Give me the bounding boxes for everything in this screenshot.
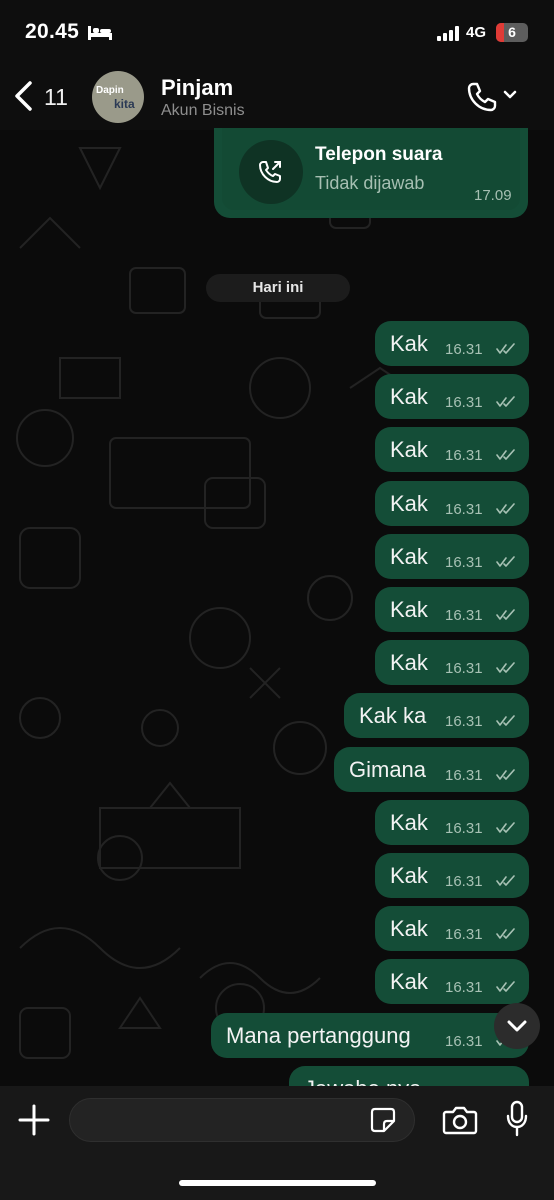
contact-subtitle: Akun Bisnis — [161, 102, 245, 119]
message-time: 16.31 — [445, 607, 483, 624]
camera-icon[interactable] — [442, 1105, 478, 1135]
call-title: Telepon suara — [315, 144, 443, 165]
message-bubble[interactable]: Kak 16.31 — [375, 374, 529, 420]
message-time: 16.31 — [445, 660, 483, 678]
message-text: Kak ka — [359, 703, 427, 729]
mic-icon[interactable] — [505, 1100, 529, 1138]
message-bubble[interactable]: Kak 16.31 — [375, 959, 529, 1005]
message-text: Kak — [390, 490, 428, 516]
avatar-logo-line2: kita — [114, 97, 135, 111]
read-check-icon — [496, 768, 515, 780]
message-bubble[interactable]: Kak 16.31 — [375, 906, 529, 952]
avatar[interactable]: Dapin kita — [92, 71, 144, 123]
read-check-icon — [496, 981, 515, 993]
message-text: Kak — [390, 650, 428, 676]
avatar-logo-line1: Dapin — [96, 85, 124, 96]
plus-icon[interactable] — [18, 1104, 50, 1136]
message-bubble[interactable]: Kak 16.31 — [375, 853, 529, 898]
read-check-icon — [496, 609, 515, 620]
message-time: 16.31 — [445, 873, 483, 890]
back-unread-count[interactable]: 11 — [44, 84, 68, 111]
home-indicator — [179, 1180, 376, 1186]
message-text: Kak — [390, 597, 428, 622]
network-label: 4G — [466, 24, 487, 41]
phone-icon[interactable] — [466, 81, 498, 113]
message-bubble[interactable]: Mana pertanggung 16.31 — [211, 1012, 529, 1058]
message-bubble[interactable]: Kak 16.31 — [375, 640, 529, 686]
read-check-icon — [496, 875, 515, 886]
read-check-icon — [496, 396, 515, 407]
chevron-down-icon[interactable] — [503, 90, 517, 100]
message-bubble[interactable]: Kak 16.31 — [375, 533, 529, 579]
read-check-icon — [496, 555, 515, 567]
message-time: 16.31 — [445, 553, 483, 571]
message-text: Kak — [390, 384, 428, 410]
message-time: 16.31 — [445, 979, 483, 997]
message-text: Kak — [390, 543, 428, 569]
message-text: Kak — [390, 969, 428, 995]
sticker-icon[interactable] — [370, 1107, 396, 1133]
chat-header: 11 Dapin kita Pinjam Akun Bisnis — [0, 62, 554, 130]
call-time: 17.09 — [474, 187, 512, 204]
read-check-icon — [496, 928, 515, 939]
message-text: Kak — [390, 809, 428, 835]
read-check-icon — [496, 715, 515, 727]
message-bubble[interactable]: Gimana 16.31 — [334, 746, 529, 792]
missed-call-bubble[interactable]: Telepon suara Tidak dijawab 17.09 — [214, 128, 528, 218]
scroll-down-button[interactable] — [494, 1003, 540, 1049]
composer-bar — [0, 1086, 554, 1200]
message-time: 16.31 — [445, 447, 483, 465]
message-time: 16.31 — [445, 766, 483, 784]
missed-call-card: Telepon suara Tidak dijawab 17.09 — [222, 128, 520, 210]
message-time: 16.31 — [445, 926, 483, 944]
message-text: Mana pertanggung — [226, 1022, 411, 1048]
date-chip: Hari ini — [206, 274, 350, 302]
message-text: Kak — [390, 863, 428, 888]
message-text: Kak — [390, 331, 428, 356]
read-check-icon — [496, 449, 515, 461]
bed-icon — [88, 26, 112, 40]
message-time: 16.31 — [445, 394, 483, 412]
message-text: Kak — [390, 916, 428, 942]
message-bubble[interactable]: Kak 16.31 — [375, 587, 529, 632]
message-bubble[interactable]: Kak 16.31 — [375, 480, 529, 526]
read-check-icon — [496, 343, 515, 354]
message-input[interactable] — [69, 1098, 415, 1142]
chevron-down-icon — [507, 1020, 527, 1032]
message-time: 16.31 — [445, 341, 483, 358]
message-time: 16.31 — [445, 713, 483, 731]
missed-call-icon — [259, 161, 281, 183]
battery-indicator: 6 — [496, 23, 528, 42]
contact-name[interactable]: Pinjam — [161, 75, 233, 101]
back-icon[interactable] — [12, 80, 34, 112]
message-time: 16.31 — [445, 819, 483, 837]
read-check-icon — [496, 821, 515, 833]
message-text: Gimana — [349, 756, 427, 782]
message-bubble[interactable]: Kak 16.31 — [375, 321, 529, 366]
message-time: 16.31 — [445, 1032, 483, 1050]
read-check-icon — [496, 502, 515, 514]
message-bubble[interactable]: Kak ka 16.31 — [344, 693, 529, 739]
message-time: 16.31 — [445, 500, 483, 518]
status-time: 20.45 — [25, 20, 80, 43]
status-bar: 20.45 4G 6 — [0, 0, 554, 62]
battery-label: 6 — [508, 24, 516, 40]
message-text: Kak — [390, 437, 428, 463]
call-status: Tidak dijawab — [315, 173, 425, 193]
call-icon-circle — [239, 140, 303, 204]
message-bubble[interactable]: Kak 16.31 — [375, 799, 529, 845]
read-check-icon — [496, 662, 515, 673]
message-bubble[interactable]: Kak 16.31 — [375, 427, 529, 473]
signal-icon — [437, 26, 459, 41]
